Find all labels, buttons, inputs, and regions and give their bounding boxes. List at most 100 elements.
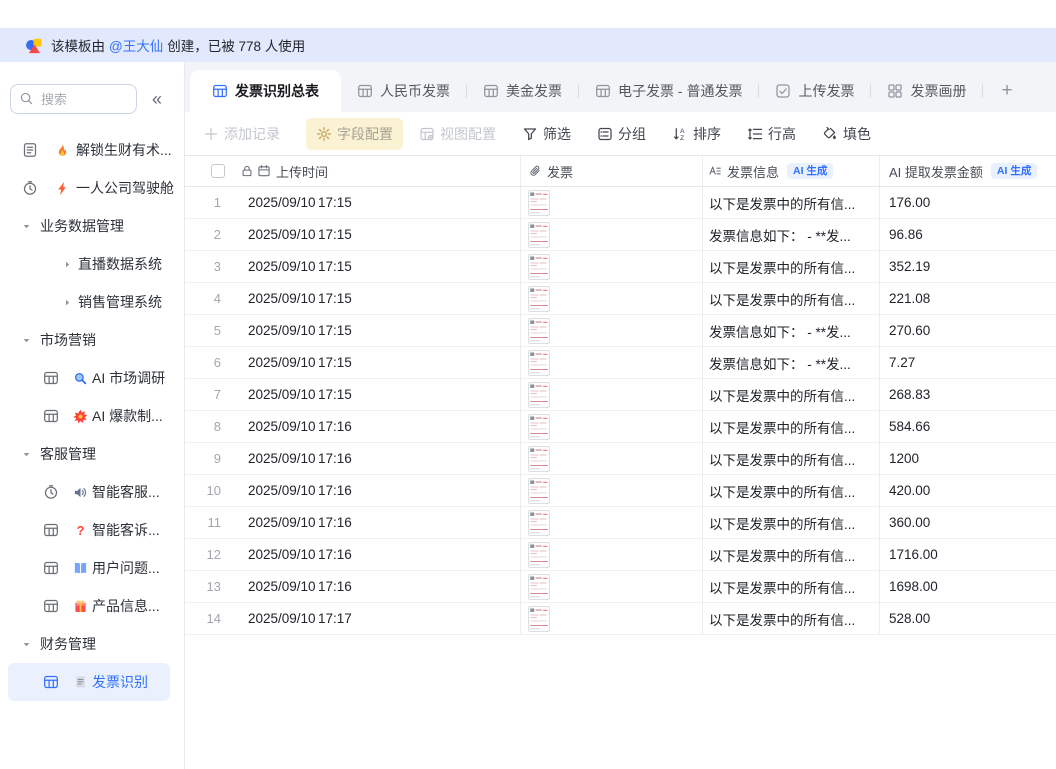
cell-invoice-info[interactable]: 发票信息如下： - **发...: [702, 315, 879, 346]
column-header-invoice-info[interactable]: 发票信息 AI 生成: [702, 156, 879, 186]
cell-invoice-attachment[interactable]: [520, 315, 702, 346]
cell-amount[interactable]: 7.27: [879, 347, 1056, 378]
cell-invoice-attachment[interactable]: [520, 475, 702, 506]
table-row[interactable]: 22025/09/1017:15 发票信息如下： - **发...96.86: [185, 219, 1056, 251]
cell-amount[interactable]: 360.00: [879, 507, 1056, 538]
tab-2[interactable]: 美金发票: [467, 70, 578, 112]
invoice-thumbnail[interactable]: [528, 478, 550, 504]
column-header-upload-time[interactable]: 上传时间: [185, 156, 520, 186]
banner-author-link[interactable]: @王大仙: [109, 35, 163, 55]
cell-invoice-attachment[interactable]: [520, 539, 702, 570]
table-row[interactable]: 62025/09/1017:15发票信息如下： - **发...7.27: [185, 347, 1056, 379]
cell-invoice-info[interactable]: 以下是发票中的所有信...: [702, 443, 879, 474]
cell-upload-time[interactable]: 32025/09/1017:15: [185, 251, 520, 282]
sidebar-item-8[interactable]: 客服管理: [0, 435, 184, 473]
cell-invoice-info[interactable]: 以下是发票中的所有信...: [702, 379, 879, 410]
cell-invoice-attachment[interactable]: [520, 379, 702, 410]
sidebar-item-9[interactable]: 智能客服...: [0, 473, 184, 511]
sidebar-item-10[interactable]: ?智能客诉...: [0, 511, 184, 549]
cell-amount[interactable]: 96.86: [879, 219, 1056, 250]
cell-upload-time[interactable]: 92025/09/1017:16: [185, 443, 520, 474]
cell-upload-time[interactable]: 52025/09/1017:15: [185, 315, 520, 346]
table-row[interactable]: 132025/09/1017:16 以下是发票中的所有信...1698.00: [185, 571, 1056, 603]
toolbar-rowheight-button[interactable]: 行高: [747, 124, 796, 144]
cell-amount[interactable]: 268.83: [879, 379, 1056, 410]
cell-amount[interactable]: 1200: [879, 443, 1056, 474]
cell-invoice-attachment[interactable]: [520, 443, 702, 474]
cell-invoice-info[interactable]: 以下是发票中的所有信...: [702, 603, 879, 634]
cell-invoice-info[interactable]: 以下是发票中的所有信...: [702, 411, 879, 442]
cell-amount[interactable]: 528.00: [879, 603, 1056, 634]
invoice-thumbnail[interactable]: [528, 222, 550, 248]
invoice-thumbnail[interactable]: [528, 414, 550, 440]
cell-invoice-info[interactable]: 以下是发票中的所有信...: [702, 539, 879, 570]
toolbar-plus-button[interactable]: 添加记录: [203, 124, 280, 144]
invoice-thumbnail[interactable]: [528, 574, 550, 600]
cell-invoice-info[interactable]: 发票信息如下： - **发...: [702, 219, 879, 250]
tab-5[interactable]: 发票画册: [871, 70, 982, 112]
invoice-thumbnail[interactable]: [528, 254, 550, 280]
sidebar-item-5[interactable]: 市场营销: [0, 321, 184, 359]
cell-invoice-attachment[interactable]: [520, 603, 702, 634]
cell-amount[interactable]: 1698.00: [879, 571, 1056, 602]
cell-upload-time[interactable]: 62025/09/1017:15: [185, 347, 520, 378]
cell-amount[interactable]: 584.66: [879, 411, 1056, 442]
invoice-thumbnail[interactable]: [528, 318, 550, 344]
toolbar-gear-button[interactable]: 字段配置: [306, 118, 403, 150]
table-row[interactable]: 32025/09/1017:15以下是发票中的所有信...352.19: [185, 251, 1056, 283]
cell-invoice-attachment[interactable]: [520, 283, 702, 314]
cell-amount[interactable]: 352.19: [879, 251, 1056, 282]
sidebar-item-4[interactable]: 销售管理系统: [0, 283, 184, 321]
cell-amount[interactable]: 221.08: [879, 283, 1056, 314]
sidebar-item-13[interactable]: 财务管理: [0, 625, 184, 663]
invoice-thumbnail[interactable]: [528, 350, 550, 376]
cell-invoice-info[interactable]: 以下是发票中的所有信...: [702, 283, 879, 314]
cell-upload-time[interactable]: 82025/09/1017:16: [185, 411, 520, 442]
table-row[interactable]: 102025/09/1017:16以下是发票中的所有信...420.00: [185, 475, 1056, 507]
cell-invoice-attachment[interactable]: [520, 571, 702, 602]
cell-upload-time[interactable]: 12025/09/1017:15: [185, 187, 520, 218]
cell-invoice-info[interactable]: 以下是发票中的所有信...: [702, 475, 879, 506]
cell-amount[interactable]: 1716.00: [879, 539, 1056, 570]
sidebar-item-1[interactable]: 一人公司驾驶舱: [0, 169, 184, 207]
cell-invoice-attachment[interactable]: [520, 507, 702, 538]
invoice-thumbnail[interactable]: [528, 542, 550, 568]
toolbar-funnel-button[interactable]: 筛选: [522, 124, 571, 144]
table-row[interactable]: 42025/09/1017:15 以下是发票中的所有信...221.08: [185, 283, 1056, 315]
cell-invoice-attachment[interactable]: [520, 411, 702, 442]
table-row[interactable]: 142025/09/1017:17 以下是发票中的所有信...528.00: [185, 603, 1056, 635]
sidebar-item-3[interactable]: 直播数据系统: [0, 245, 184, 283]
tab-0[interactable]: 发票识别总表: [190, 70, 341, 112]
sidebar-item-14[interactable]: 发票识别: [8, 663, 170, 701]
invoice-thumbnail[interactable]: [528, 190, 550, 216]
cell-invoice-info[interactable]: 以下是发票中的所有信...: [702, 507, 879, 538]
cell-upload-time[interactable]: 22025/09/1017:15: [185, 219, 520, 250]
tab-4[interactable]: 上传发票: [759, 70, 870, 112]
select-all-checkbox[interactable]: [211, 164, 225, 178]
cell-upload-time[interactable]: 142025/09/1017:17: [185, 603, 520, 634]
cell-upload-time[interactable]: 42025/09/1017:15: [185, 283, 520, 314]
cell-upload-time[interactable]: 132025/09/1017:16: [185, 571, 520, 602]
cell-invoice-info[interactable]: 以下是发票中的所有信...: [702, 571, 879, 602]
invoice-thumbnail[interactable]: [528, 510, 550, 536]
toolbar-paint-button[interactable]: 填色: [822, 124, 871, 144]
cell-amount[interactable]: 270.60: [879, 315, 1056, 346]
cell-invoice-info[interactable]: 以下是发票中的所有信...: [702, 187, 879, 218]
cell-upload-time[interactable]: 112025/09/1017:16: [185, 507, 520, 538]
table-row[interactable]: 72025/09/1017:15以下是发票中的所有信...268.83: [185, 379, 1056, 411]
toolbar-viewcfg-button[interactable]: 视图配置: [419, 124, 496, 144]
tab-1[interactable]: 人民币发票: [341, 70, 466, 112]
sidebar-item-12[interactable]: 产品信息...: [0, 587, 184, 625]
invoice-thumbnail[interactable]: [528, 286, 550, 312]
invoice-thumbnail[interactable]: [528, 382, 550, 408]
invoice-thumbnail[interactable]: [528, 446, 550, 472]
cell-upload-time[interactable]: 102025/09/1017:16: [185, 475, 520, 506]
sidebar-item-7[interactable]: AI 爆款制...: [0, 397, 184, 435]
sidebar-item-0[interactable]: 解锁生财有术...: [0, 131, 184, 169]
cell-invoice-attachment[interactable]: [520, 251, 702, 282]
add-view-button[interactable]: +: [983, 70, 1030, 112]
toolbar-sort-button[interactable]: AZ排序: [672, 124, 721, 144]
cell-amount[interactable]: 176.00: [879, 187, 1056, 218]
table-row[interactable]: 122025/09/1017:16以下是发票中的所有信...1716.00: [185, 539, 1056, 571]
table-row[interactable]: 82025/09/1017:16 以下是发票中的所有信...584.66: [185, 411, 1056, 443]
